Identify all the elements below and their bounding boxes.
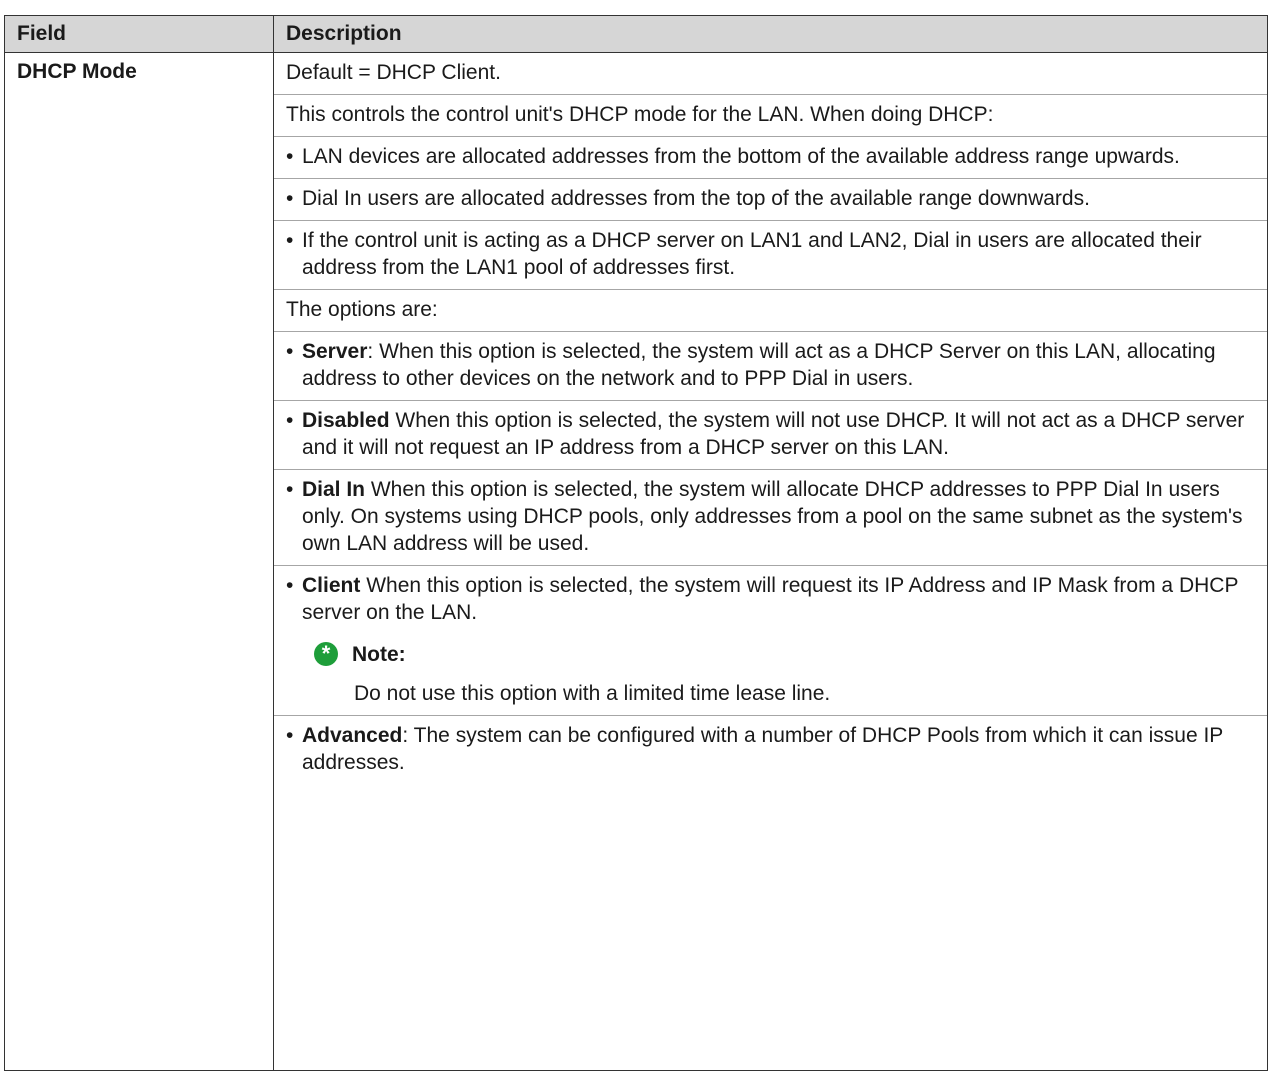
option-item-advanced: • Advanced: The system can be configured …: [274, 716, 1267, 784]
bullet-icon: •: [286, 574, 294, 597]
list-item-text: LAN devices are allocated addresses from…: [302, 145, 1180, 168]
bullet-icon: •: [286, 229, 294, 252]
list-item: • LAN devices are allocated addresses fro…: [274, 137, 1267, 179]
option-text: When this option is selected, the system…: [302, 574, 1239, 624]
options-intro-text: The options are:: [274, 290, 1267, 332]
bullet-icon: •: [286, 724, 294, 747]
field-column-header: Field: [4, 15, 274, 53]
list-item-text: Dial In users are allocated addresses fr…: [302, 187, 1090, 210]
bullet-icon: •: [286, 145, 294, 168]
option-term: Advanced: [302, 724, 403, 747]
note-star-icon: *: [314, 642, 338, 666]
intro-text: This controls the control unit's DHCP mo…: [274, 95, 1267, 137]
option-item-dial-in: • Dial In When this option is selected, t…: [274, 470, 1267, 566]
list-item: • Dial In users are allocated addresses f…: [274, 179, 1267, 221]
option-term: Dial In: [302, 478, 366, 501]
note-heading: * Note:: [286, 640, 1257, 668]
bullet-icon: •: [286, 409, 294, 432]
list-item-text: If the control unit is acting as a DHCP …: [302, 229, 1202, 279]
note-label: Note:: [352, 642, 406, 666]
option-text: When this option is selected, the system…: [302, 409, 1245, 459]
option-text: When this option is selected, the system…: [302, 478, 1243, 555]
dhcp-mode-table: Field Description DHCP Mode Default = DH…: [4, 15, 1268, 1071]
description-cell: Default = DHCP Client. This controls the…: [273, 52, 1268, 1071]
default-value-text: Default = DHCP Client.: [274, 53, 1267, 95]
option-item-disabled: • Disabled When this option is selected, …: [274, 401, 1267, 470]
description-column-header: Description: [273, 15, 1268, 53]
option-item-client: • Client When this option is selected, th…: [274, 566, 1267, 716]
bullet-icon: •: [286, 187, 294, 210]
bullet-icon: •: [286, 478, 294, 501]
table-header-row: Field Description: [4, 15, 1268, 53]
bullet-icon: •: [286, 340, 294, 363]
option-item-server: • Server: When this option is selected, t…: [274, 332, 1267, 401]
option-separator: :: [367, 340, 380, 363]
option-term: Client: [302, 574, 361, 597]
note-text: Do not use this option with a limited ti…: [354, 682, 831, 705]
option-text: The system can be configured with a numb…: [302, 724, 1223, 774]
option-term: Disabled: [302, 409, 390, 432]
list-item: • If the control unit is acting as a DHCP…: [274, 221, 1267, 290]
option-term: Server: [302, 340, 368, 363]
option-separator: :: [402, 724, 414, 747]
field-name-cell: DHCP Mode: [4, 52, 274, 1071]
table-row: DHCP Mode Default = DHCP Client. This co…: [4, 52, 1268, 1071]
option-text: When this option is selected, the system…: [302, 340, 1216, 390]
